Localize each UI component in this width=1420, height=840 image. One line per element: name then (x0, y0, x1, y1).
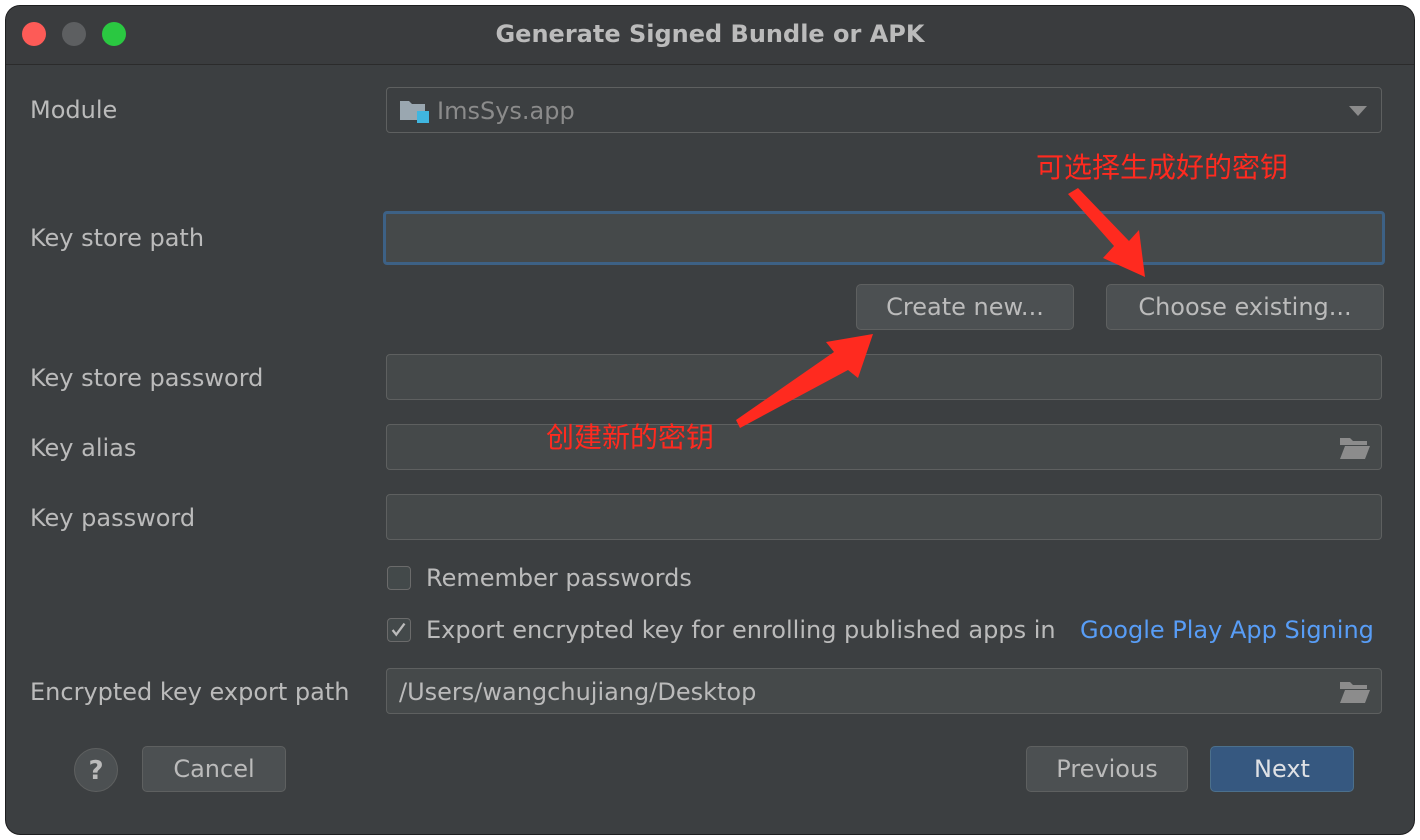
choose-existing-button[interactable]: Choose existing... (1106, 284, 1384, 330)
key-alias-label: Key alias (30, 434, 137, 462)
key-store-path-label: Key store path (30, 224, 205, 252)
previous-button[interactable]: Previous (1026, 746, 1188, 792)
folder-icon[interactable] (1339, 435, 1371, 461)
export-path-value: /Users/wangchujiang/Desktop (399, 678, 757, 706)
key-store-path-input[interactable] (383, 211, 1385, 265)
chevron-down-icon (1349, 106, 1367, 116)
module-label: Module (30, 96, 118, 124)
choose-existing-annotation: 可选择生成好的密钥 (1036, 151, 1289, 184)
create-new-button[interactable]: Create new... (856, 284, 1074, 330)
title-bar: Generate Signed Bundle or APK (6, 6, 1414, 65)
export-path-input[interactable]: /Users/wangchujiang/Desktop (386, 668, 1382, 714)
help-icon[interactable]: ? (74, 748, 118, 792)
checkmark-icon (391, 622, 406, 637)
google-play-app-signing-link[interactable]: Google Play App Signing (1080, 616, 1374, 644)
remember-passwords-checkbox[interactable] (387, 566, 411, 590)
key-store-password-input[interactable] (386, 354, 1382, 400)
export-path-label: Encrypted key export path (30, 678, 350, 706)
remember-passwords-label: Remember passwords (426, 564, 692, 592)
export-encrypted-key-checkbox[interactable] (387, 618, 411, 642)
folder-icon[interactable] (1339, 679, 1371, 705)
module-folder-icon (400, 101, 429, 123)
dialog-title: Generate Signed Bundle or APK (495, 20, 925, 48)
module-value: ImsSys.app (437, 97, 575, 125)
export-encrypted-key-label: Export encrypted key for enrolling publi… (426, 616, 1056, 644)
key-password-label: Key password (30, 504, 196, 532)
cancel-button[interactable]: Cancel (142, 746, 286, 792)
key-password-input[interactable] (386, 494, 1382, 540)
key-store-password-label: Key store password (30, 364, 264, 392)
next-button[interactable]: Next (1210, 746, 1354, 792)
module-select[interactable]: ImsSys.app (386, 87, 1382, 133)
create-new-annotation: 创建新的密钥 (546, 421, 715, 454)
key-alias-input[interactable] (386, 424, 1382, 470)
